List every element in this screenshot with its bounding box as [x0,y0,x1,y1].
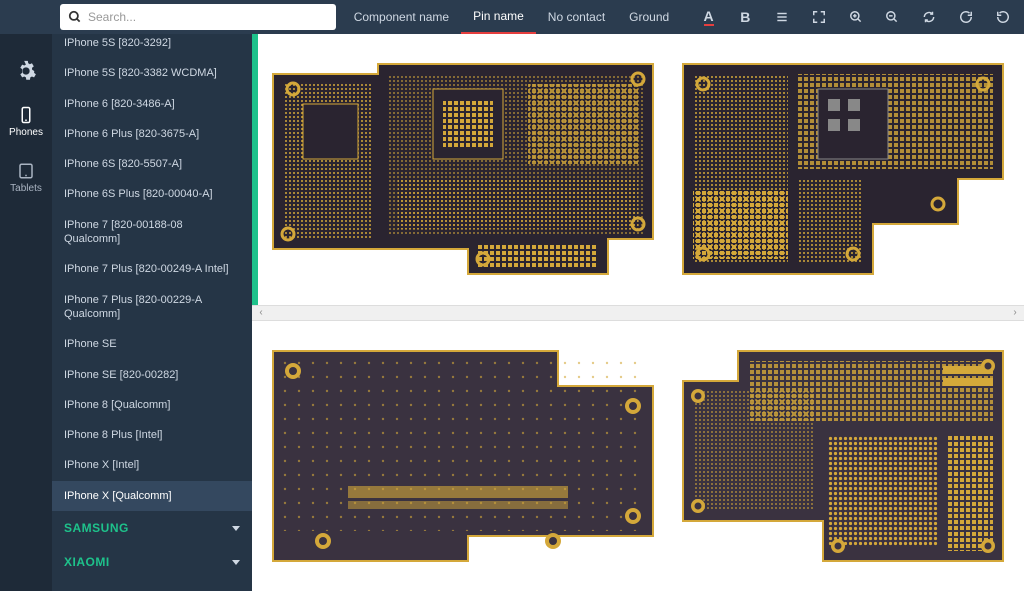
top-pane[interactable] [252,34,1024,305]
filter-pin-name[interactable]: Pin name [461,0,536,34]
filter-no-contact[interactable]: No contact [536,0,617,34]
device-item[interactable]: IPhone 7 Plus [820-00229-A Qualcomm] [52,285,252,330]
rotate-cw-button[interactable] [950,0,981,34]
refresh-button[interactable] [914,0,945,34]
device-item[interactable]: IPhone 6 Plus [820-3675-A] [52,119,252,149]
pcb-board-top-back[interactable] [678,59,1008,279]
scroll-left-arrow[interactable]: ‹ [252,306,270,320]
bottom-pane[interactable] [252,321,1024,591]
phone-icon [17,106,35,124]
bold-button[interactable]: B [730,0,761,34]
device-item[interactable]: IPhone SE [820-00282] [52,360,252,390]
nav-settings[interactable] [0,52,52,90]
search-box[interactable] [60,4,336,30]
brand-samsung[interactable]: SAMSUNG [52,511,252,545]
chevron-down-icon [232,526,240,531]
brand-oppo[interactable]: OPPO [52,579,252,591]
filter-ground[interactable]: Ground [617,0,681,34]
pcb-board-top-front[interactable] [268,59,658,279]
nav-phones-label: Phones [9,127,43,138]
device-item[interactable]: IPhone X [Intel] [52,450,252,480]
device-item[interactable]: IPhone SE [52,329,252,359]
left-nav: Phones Tablets [0,34,52,591]
pcb-board-bottom-front[interactable] [268,346,658,566]
rotate-ccw-button[interactable] [987,0,1018,34]
active-indicator [252,34,258,305]
align-button[interactable] [767,0,798,34]
pcb-viewer: ‹ › [252,34,1024,591]
filter-component-name[interactable]: Component name [342,0,461,34]
device-item[interactable]: IPhone 5S [820-3292] [52,34,252,58]
search-input[interactable] [88,10,328,24]
device-item[interactable]: IPhone 6S Plus [820-00040-A] [52,179,252,209]
device-item[interactable]: IPhone X [Qualcomm] [52,481,252,511]
device-item[interactable]: IPhone 7 Plus [820-00249-A Intel] [52,254,252,284]
brand-xiaomi[interactable]: XIAOMI [52,545,252,579]
device-item[interactable]: IPhone 5S [820-3382 WCDMA] [52,58,252,88]
font-color-button[interactable]: A [693,0,724,34]
pcb-board-bottom-back[interactable] [678,346,1008,566]
scroll-right-arrow[interactable]: › [1006,306,1024,320]
fullscreen-button[interactable] [803,0,834,34]
device-item[interactable]: IPhone 8 Plus [Intel] [52,420,252,450]
device-item[interactable]: IPhone 7 [820-00188-08 Qualcomm] [52,210,252,255]
brand-label: XIAOMI [64,555,110,569]
search-icon [68,10,82,24]
pane-scrollbar[interactable]: ‹ › [252,305,1024,321]
brand-label: SAMSUNG [64,521,129,535]
device-item[interactable]: IPhone 8 [Qualcomm] [52,390,252,420]
zoom-out-button[interactable] [877,0,908,34]
tablet-icon [17,162,35,180]
device-sidebar[interactable]: IPhone 5S [820-3292]IPhone 5S [820-3382 … [52,34,252,591]
device-item[interactable]: IPhone 6S [820-5507-A] [52,149,252,179]
chevron-down-icon [232,560,240,565]
device-item[interactable]: IPhone 6 [820-3486-A] [52,89,252,119]
zoom-in-button[interactable] [840,0,871,34]
nav-tablets-label: Tablets [10,183,42,194]
nav-phones[interactable]: Phones [0,98,52,146]
topbar: Component namePin nameNo contactGround A… [0,0,1024,34]
nav-tablets[interactable]: Tablets [0,154,52,202]
gear-icon [15,60,37,82]
